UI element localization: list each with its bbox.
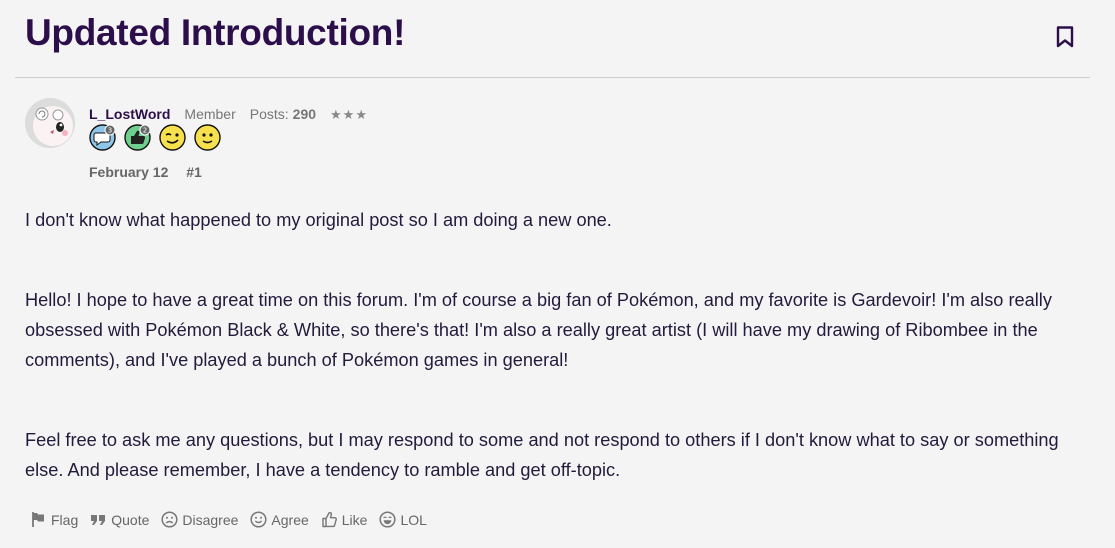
post-meta: February 12 #1	[89, 164, 202, 180]
like-label: Like	[341, 511, 368, 528]
user-title: Member	[184, 106, 236, 122]
bookmark-icon[interactable]	[1056, 26, 1074, 48]
post-paragraph: Hello! I hope to have a great time on th…	[25, 290, 1052, 370]
like-button[interactable]: Like	[321, 511, 368, 528]
quote-button[interactable]: Quote	[90, 511, 149, 528]
post-paragraph: I don't know what happened to my origina…	[25, 210, 612, 230]
laugh-icon	[379, 511, 397, 528]
thumbs-up-icon	[322, 511, 337, 528]
rank-stars: ★★★	[330, 107, 368, 122]
disagree-button[interactable]: Disagree	[161, 511, 238, 528]
username-link[interactable]: L_LostWord	[89, 106, 170, 122]
badge-count: 2	[143, 127, 147, 135]
post-paragraph: Feel free to ask me any questions, but I…	[25, 430, 1059, 480]
post-number-link[interactable]: #1	[186, 164, 202, 180]
quote-icon	[91, 515, 106, 525]
agree-label: Agree	[271, 511, 309, 528]
frown-icon	[161, 511, 178, 528]
title-divider	[15, 77, 1090, 78]
smile-icon	[250, 511, 267, 528]
thumbs-up-badge-icon[interactable]: 2	[124, 124, 151, 151]
lol-button[interactable]: LOL	[379, 511, 427, 528]
achievement-badges: 3 2	[89, 124, 221, 151]
thread-title: Updated Introduction!	[25, 12, 406, 53]
flag-label: Flag	[51, 511, 79, 528]
quote-label: Quote	[111, 511, 150, 528]
posts-count: 290	[292, 106, 317, 122]
avatar[interactable]	[25, 98, 75, 148]
badge-count: 3	[108, 127, 112, 135]
author-info: L_LostWord Member Posts: 290 ★★★	[89, 106, 368, 123]
agree-button[interactable]: Agree	[250, 511, 309, 528]
wink-emoji-badge-icon[interactable]	[159, 124, 186, 151]
lol-label: LOL	[400, 511, 427, 528]
flag-icon	[32, 512, 44, 527]
disagree-label: Disagree	[182, 511, 239, 528]
posts-label: Posts:	[249, 106, 289, 122]
post-date-link[interactable]: February 12	[89, 164, 168, 180]
post-content: I don't know what happened to my origina…	[25, 205, 1085, 485]
speech-bubble-badge-icon[interactable]: 3	[89, 124, 116, 151]
smile-emoji-badge-icon[interactable]	[194, 124, 221, 151]
flag-button[interactable]: Flag	[30, 511, 78, 528]
post-actions: Flag Quote Disagree Agree Like LOL	[30, 511, 427, 528]
